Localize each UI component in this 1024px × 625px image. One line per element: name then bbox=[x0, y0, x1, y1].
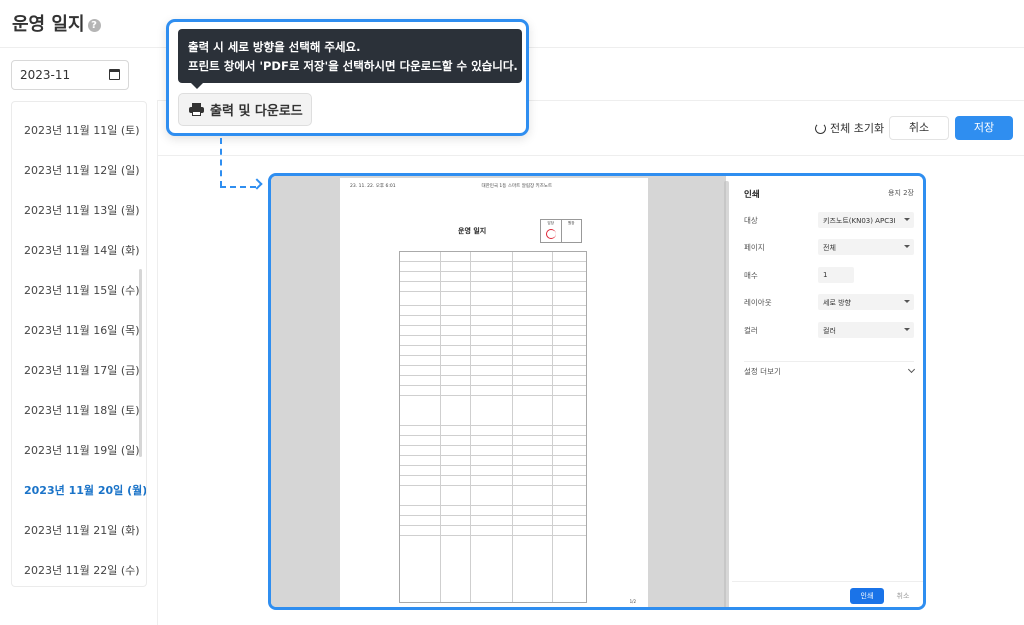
date-list-item[interactable]: 2023년 11월 14일 (화) bbox=[24, 242, 140, 258]
stamp-icon bbox=[545, 229, 556, 239]
print-row-destination: 대상 키즈노트(KN03) APC3I bbox=[744, 212, 914, 228]
print-panel-header: 인쇄 용지 2장 bbox=[744, 188, 914, 200]
stamp-col-label: 담당 bbox=[547, 221, 554, 225]
print-page-count: 용지 2장 bbox=[888, 189, 914, 197]
date-list-item[interactable]: 2023년 11월 18일 (토) bbox=[24, 402, 140, 418]
color-select[interactable]: 컬러 bbox=[818, 322, 914, 338]
printer-icon bbox=[189, 103, 204, 116]
date-list-item[interactable]: 2023년 11월 22일 (수) bbox=[24, 562, 140, 578]
date-list-item[interactable]: 2023년 11월 15일 (수) bbox=[24, 282, 140, 298]
destination-select[interactable]: 키즈노트(KN03) APC3I bbox=[818, 212, 914, 228]
connector-line bbox=[220, 186, 256, 188]
calendar-icon[interactable] bbox=[109, 69, 120, 80]
date-list-item[interactable]: 2023년 11월 11일 (토) bbox=[24, 122, 140, 138]
print-label: 매수 bbox=[744, 270, 758, 280]
preview-scrollbar[interactable] bbox=[724, 181, 729, 607]
more-settings-toggle[interactable]: 설정 더보기 bbox=[744, 361, 916, 377]
sheet-page-number: 1/2 bbox=[629, 599, 636, 604]
stamp-col-director: 원장 bbox=[568, 221, 575, 225]
sheet-header-center: 대한민국 1등 스마트 알림장 키즈노트 bbox=[481, 184, 553, 189]
print-callout: 출력 시 세로 방향을 선택해 주세요. 프린트 창에서 'PDF로 저장'을 … bbox=[166, 19, 529, 136]
pages-select[interactable]: 전체 bbox=[818, 239, 914, 255]
print-label: 컬러 bbox=[744, 325, 758, 335]
print-settings-panel: 인쇄 용지 2장 대상 키즈노트(KN03) APC3I 페이지 전체 매수 1… bbox=[732, 176, 923, 607]
date-list: 2023년 11월 11일 (토) 2023년 11월 12일 (일) 2023… bbox=[11, 101, 147, 587]
stamp-col-manager: 담당 bbox=[541, 220, 562, 242]
date-list-item[interactable]: 2023년 11월 17일 (금) bbox=[24, 362, 140, 378]
content-divider bbox=[157, 100, 158, 625]
print-row-copies: 매수 1 bbox=[744, 267, 914, 283]
print-download-button[interactable]: 출력 및 다운로드 bbox=[178, 93, 312, 126]
tooltip-line-2: 프린트 창에서 'PDF로 저장'을 선택하시면 다운로드할 수 있습니다. bbox=[188, 59, 518, 73]
save-button[interactable]: 저장 bbox=[955, 116, 1013, 140]
print-panel-title: 인쇄 bbox=[744, 190, 760, 200]
print-panel-divider bbox=[732, 581, 923, 582]
more-settings-label: 설정 더보기 bbox=[744, 367, 781, 376]
print-preview-window: 23. 11. 22. 오후 6:01 대한민국 1등 스마트 알림장 키즈노트… bbox=[268, 173, 926, 610]
help-icon[interactable]: ? bbox=[87, 19, 101, 32]
connector-line bbox=[220, 138, 222, 187]
print-row-layout: 레이아웃 세로 방향 bbox=[744, 294, 914, 310]
toolbar-bottom-divider bbox=[157, 155, 1024, 156]
reset-all-label: 전체 초기화 bbox=[830, 122, 885, 135]
cancel-button[interactable]: 취소 bbox=[889, 116, 949, 140]
tooltip-line-1: 출력 시 세로 방향을 선택해 주세요. bbox=[188, 40, 361, 54]
print-tooltip: 출력 시 세로 방향을 선택해 주세요. 프린트 창에서 'PDF로 저장'을 … bbox=[178, 29, 522, 83]
refresh-icon bbox=[815, 122, 826, 134]
copies-input[interactable]: 1 bbox=[818, 267, 854, 283]
print-download-label: 출력 및 다운로드 bbox=[210, 104, 303, 119]
date-list-item[interactable]: 2023년 11월 12일 (일) bbox=[24, 162, 140, 178]
sheet-footer: 1/2 bbox=[352, 599, 636, 604]
tooltip-arrow bbox=[191, 83, 203, 89]
preview-sheet: 23. 11. 22. 오후 6:01 대한민국 1등 스마트 알림장 키즈노트… bbox=[340, 178, 648, 607]
sheet-header: 23. 11. 22. 오후 6:01 대한민국 1등 스마트 알림장 키즈노트 bbox=[350, 183, 638, 189]
page-title: 운영 일지? bbox=[12, 10, 101, 36]
sheet-table bbox=[399, 251, 587, 603]
page-title-text: 운영 일지 bbox=[12, 14, 85, 35]
print-label: 대상 bbox=[744, 215, 758, 225]
print-row-pages: 페이지 전체 bbox=[744, 239, 914, 255]
date-list-item[interactable]: 2023년 11월 21일 (화) bbox=[24, 522, 140, 538]
print-label: 페이지 bbox=[744, 242, 765, 252]
date-list-item-active[interactable]: 2023년 11월 20일 (월) bbox=[24, 482, 146, 498]
stamp-box: 담당 원장 bbox=[540, 219, 582, 243]
print-label: 레이아웃 bbox=[744, 297, 772, 307]
print-cancel-button[interactable]: 취소 bbox=[888, 588, 918, 604]
layout-select[interactable]: 세로 방향 bbox=[818, 294, 914, 310]
reset-all-button[interactable]: 전체 초기화 bbox=[815, 120, 884, 136]
month-picker-value: 2023-11 bbox=[20, 68, 71, 82]
sheet-header-left: 23. 11. 22. 오후 6:01 bbox=[350, 184, 396, 189]
date-list-item[interactable]: 2023년 11월 19일 (일) bbox=[24, 442, 140, 458]
date-list-item[interactable]: 2023년 11월 13일 (월) bbox=[24, 202, 140, 218]
sheet-title: 운영 일지 bbox=[458, 227, 487, 235]
chevron-down-icon bbox=[907, 365, 916, 374]
print-row-color: 컬러 컬러 bbox=[744, 322, 914, 338]
date-list-scrollbar[interactable] bbox=[139, 269, 142, 457]
month-picker-input[interactable]: 2023-11 bbox=[11, 60, 129, 90]
preview-background: 23. 11. 22. 오후 6:01 대한민국 1등 스마트 알림장 키즈노트… bbox=[271, 176, 729, 607]
date-list-item[interactable]: 2023년 11월 16일 (목) bbox=[24, 322, 140, 338]
print-confirm-button[interactable]: 인쇄 bbox=[850, 588, 884, 604]
